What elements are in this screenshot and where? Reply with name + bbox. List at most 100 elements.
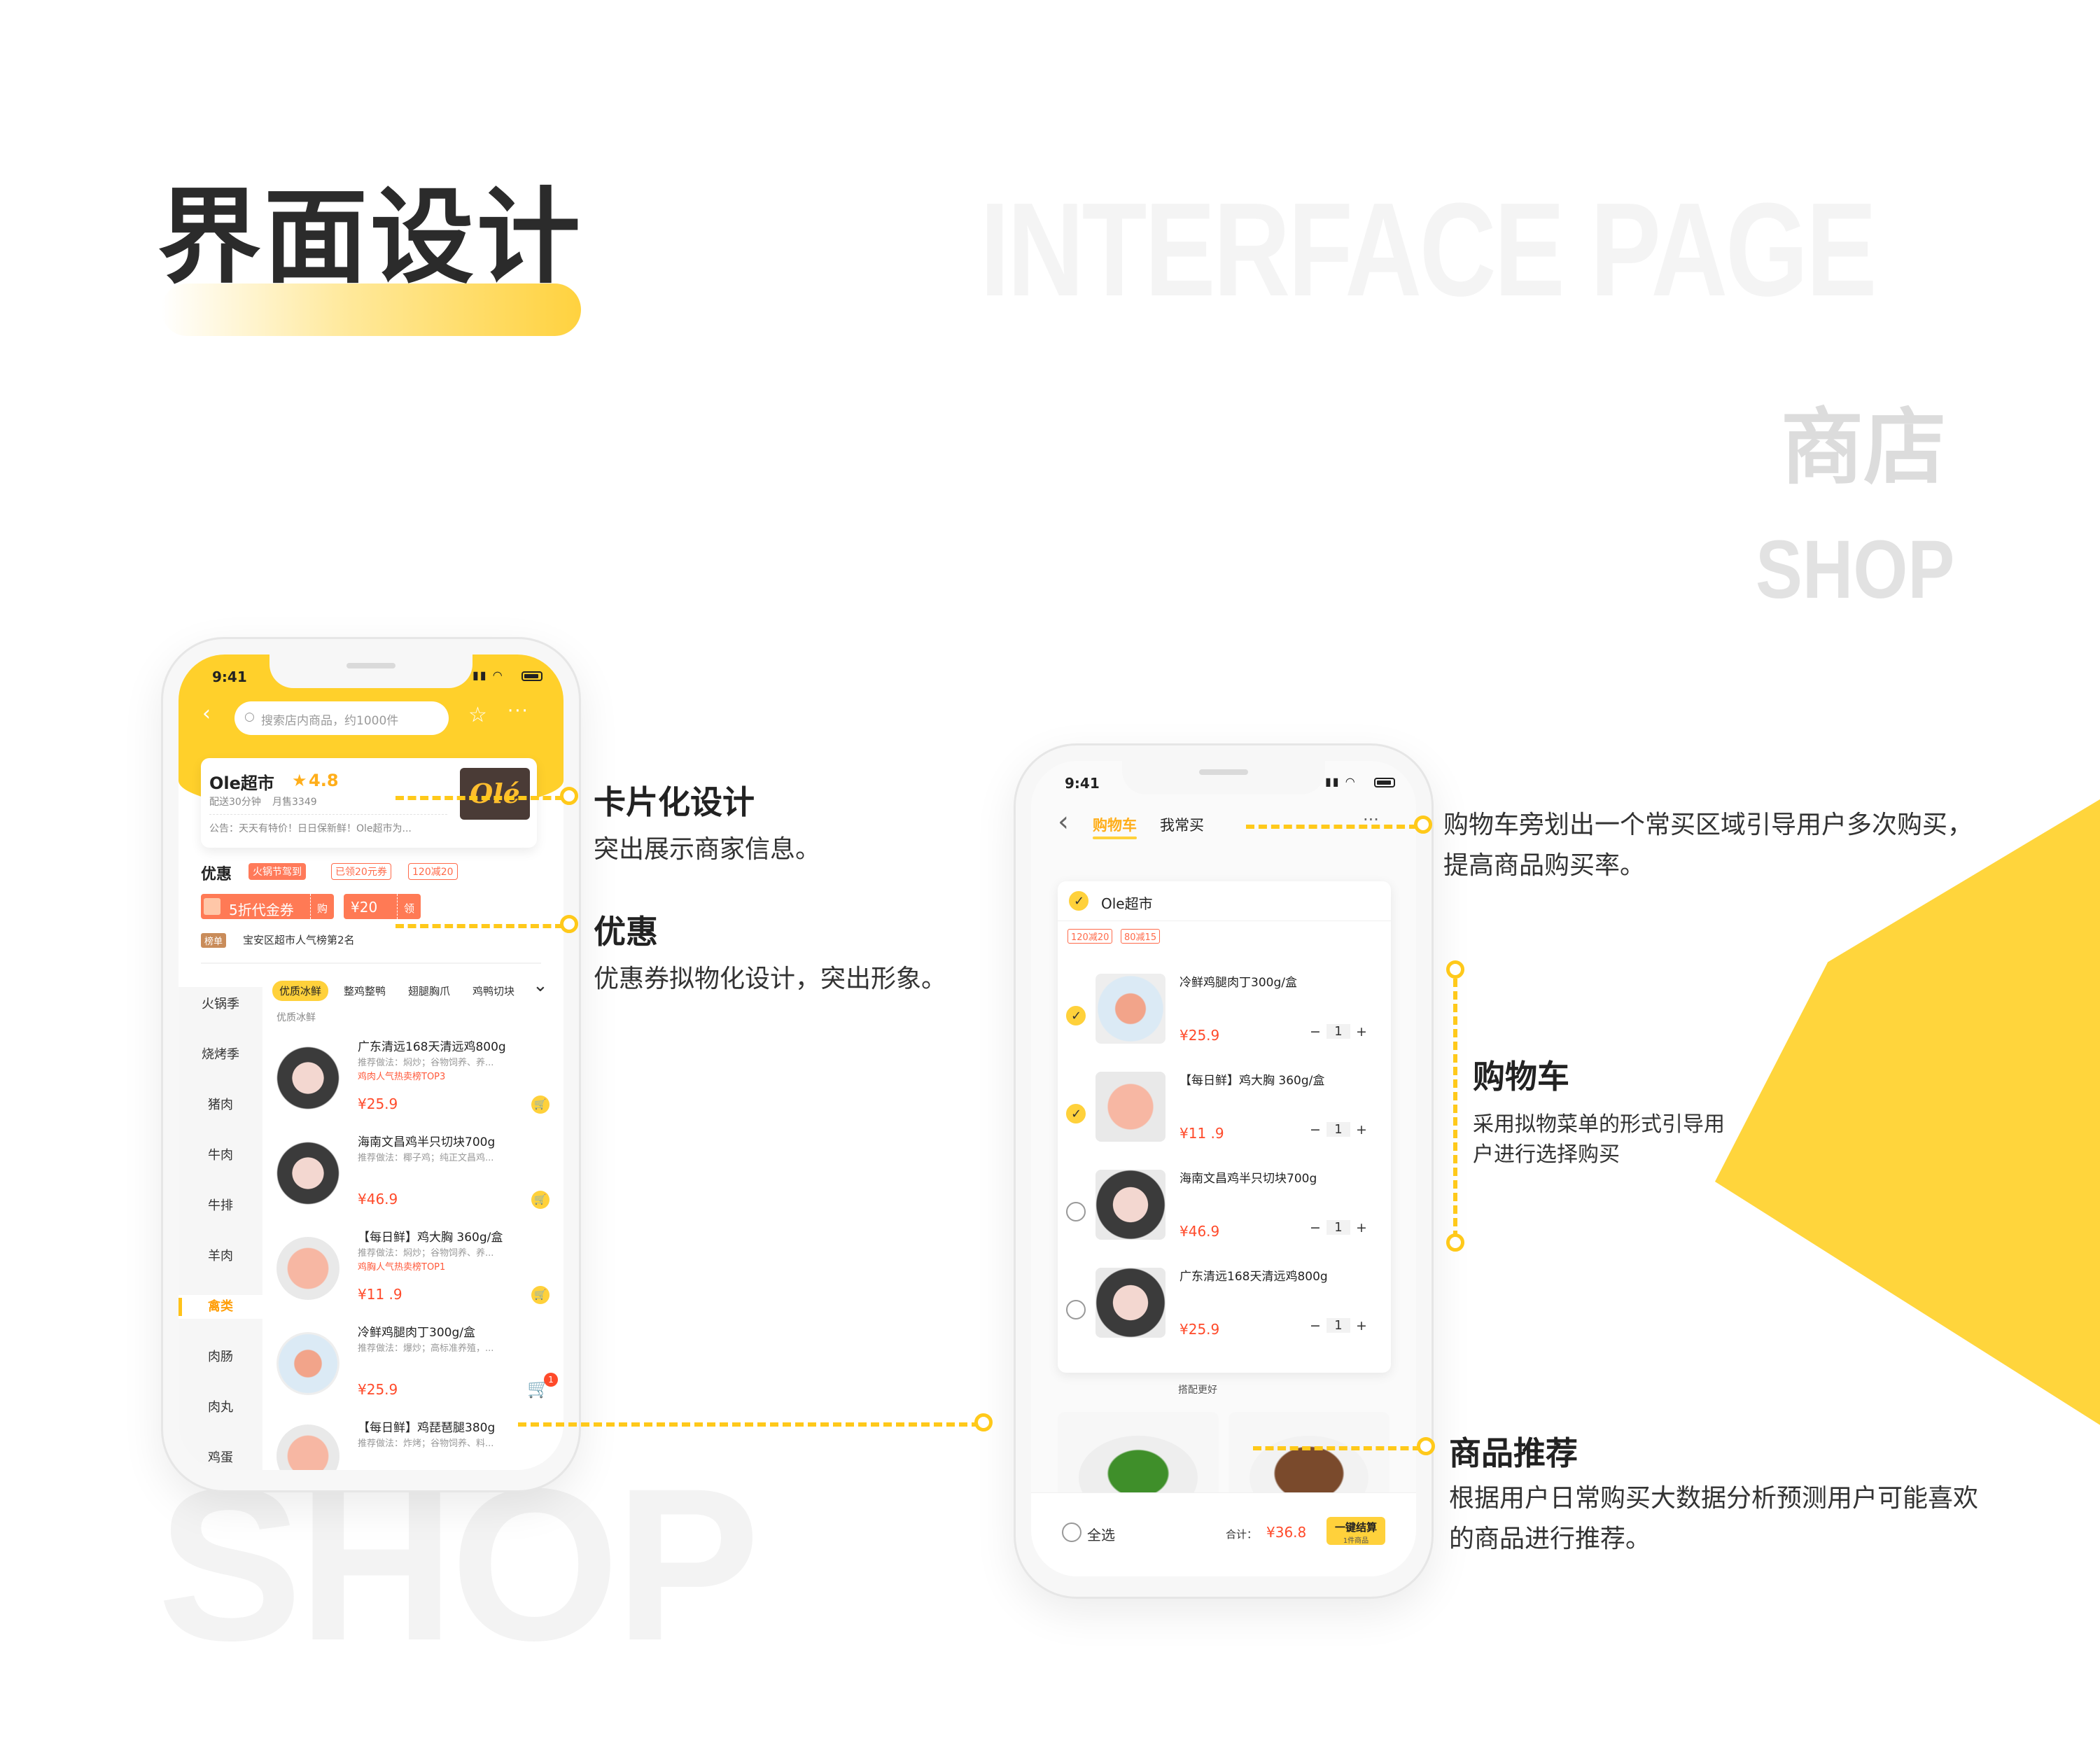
select-all-label[interactable]: 全选 [1087,1524,1115,1544]
cart-item: 【每日鲜】鸡大胸 360g/盒 ¥11 .9 − 1 + [1058,1063,1391,1161]
product-item[interactable]: 冷鲜鸡腿肉丁300g/盒 推荐做法：爆炒；高标准养殖，... ¥25.9 🛒 1 [267,1318,564,1409]
product-hot: 鸡肉人气热卖榜TOP3 [358,1072,446,1082]
tab-cart[interactable]: 购物车 [1093,814,1137,839]
connector-recommend [1253,1446,1421,1450]
anno-rec-line2: 的商品进行推荐。 [1449,1525,1651,1553]
promo-tag-hotpot: 火锅节驾到 [248,863,306,880]
phone-notch [1122,761,1325,794]
yellow-decor-shape [1715,770,2100,1456]
connector-dot [1446,1233,1464,1252]
coupon2-text: ¥20 [351,899,378,916]
connector-frequent [1246,825,1418,829]
sidebar-item-meatball[interactable]: 肉丸 [178,1396,262,1420]
qty-minus-icon[interactable]: − [1310,1024,1321,1040]
product-item[interactable]: 海南文昌鸡半只切块700g 推荐做法：椰子鸡；纯正文昌鸡... ¥46.9 🛒 [267,1128,564,1219]
connector-dot [560,787,578,805]
anno-card-title: 卡片化设计 [594,783,755,821]
chip-wings-legs[interactable]: 翅腿胸爪 [401,981,457,1001]
shop-logo: Olé [460,768,530,820]
battery-icon [1374,778,1395,788]
shop-screen: 9:41 ▮▮ ◠ ‹ ○ 搜索店内商品，约1000件 ☆ ··· Ole超市 … [178,654,564,1470]
back-icon[interactable]: ‹ [1058,806,1069,838]
anno-frequent-line1: 购物车旁划出一个常买区域引导用户多次购买， [1443,811,1973,839]
sidebar-item-hotpot[interactable]: 火锅季 [178,993,262,1016]
cart-store-card: Ole超市 120减20 80减15 冷鲜鸡腿肉丁300g/盒 ¥25.9 − … [1058,881,1391,1373]
qty-value[interactable]: 1 [1326,1318,1350,1333]
shop-info-card[interactable]: Ole超市 ★ 4.8 配送30分钟 月售3349 公告：天天有特价！日日保新鲜… [201,758,537,848]
anno-promo-title: 优惠 [594,913,658,951]
product-image [276,1424,340,1470]
rating-star-icon: ★ [292,771,307,790]
favorite-star-icon[interactable]: ☆ [468,705,487,726]
item-checkbox[interactable] [1066,1006,1086,1026]
sidebar-item-lamb[interactable]: 羊肉 [178,1245,262,1268]
product-name: 冷鲜鸡腿肉丁300g/盒 [358,1326,475,1340]
sidebar-item-pork[interactable]: 猪肉 [178,1093,262,1117]
section-title-en: SHOP [1756,524,1955,616]
product-item[interactable]: 【每日鲜】鸡大胸 360g/盒 推荐做法：焖炒；谷物饲养、养... 鸡胸人气热卖… [267,1223,564,1314]
search-input[interactable]: ○ 搜索店内商品，约1000件 [234,701,449,735]
chip-whole-chicken[interactable]: 整鸡整鸭 [337,981,393,1001]
anno-promo-desc: 优惠券拟物化设计，突出形象。 [594,965,947,993]
qty-plus-icon[interactable]: + [1356,1318,1367,1334]
product-item[interactable]: 广东清远168天清远鸡800g 推荐做法：焖炒；谷物饲养、养... 鸡肉人气热卖… [267,1032,564,1124]
coupon-half-price[interactable]: 5折代金券 购 [201,894,334,919]
chip-chicken-pieces[interactable]: 鸡鸭切块 [465,981,527,1001]
sidebar-item-sausage[interactable]: 肉肠 [178,1345,262,1369]
product-image [276,1332,340,1395]
qty-minus-icon[interactable]: − [1310,1318,1321,1334]
product-image [276,1142,340,1205]
sidebar-item-bbq[interactable]: 烧烤季 [178,1043,262,1067]
coupon2-action: 领 [404,902,415,915]
coupon1-action: 购 [317,902,328,915]
item-checkbox[interactable] [1066,1202,1086,1222]
coupon-20-yuan[interactable]: ¥20 领 [344,894,421,919]
connector-dot [974,1413,993,1432]
cart-item-image [1096,974,1166,1044]
sidebar-item-poultry[interactable]: 禽类 [178,1295,262,1319]
cart-item-name: 广东清远168天清远鸡800g [1180,1270,1328,1284]
rank-text[interactable]: 宝安区超市人气榜第2名 [243,932,355,947]
sidebar-item-beef[interactable]: 牛肉 [178,1144,262,1168]
cart-item-price: ¥25.9 [1180,1321,1220,1338]
chip-premium-fresh[interactable]: 优质冰鲜 [272,981,329,1001]
sidebar-item-steak[interactable]: 牛排 [178,1194,262,1218]
sidebar-item-egg[interactable]: 鸡蛋 [178,1446,262,1470]
connector-dot [560,915,578,933]
qty-minus-icon[interactable]: − [1310,1122,1321,1138]
card-divider [1058,920,1391,921]
qty-value[interactable]: 1 [1326,1122,1350,1137]
signal-wifi-icon: ▮▮ ◠ [1325,775,1357,788]
select-all-checkbox[interactable] [1062,1522,1082,1542]
cart-item-image [1096,1268,1166,1338]
qty-value[interactable]: 1 [1326,1220,1350,1235]
tab-frequent[interactable]: 我常买 [1160,814,1204,835]
qty-plus-icon[interactable]: + [1356,1220,1367,1236]
coupon1-text: 5折代金券 [229,902,294,918]
more-icon[interactable]: ··· [507,702,529,720]
product-desc: 推荐做法：焖炒；谷物饲养、养... [358,1248,494,1259]
qty-plus-icon[interactable]: + [1356,1024,1367,1040]
total-price: ¥36.8 [1266,1524,1307,1541]
cart-item-price: ¥46.9 [1180,1223,1220,1240]
cart-bottom-bar: 全选 合计： ¥36.8 一键结算 1件商品 [1031,1492,1416,1576]
cart-tag-80: 80减15 [1121,929,1161,944]
product-desc: 推荐做法：焖炒；谷物饲养、养... [358,1058,494,1068]
add-to-cart-icon[interactable]: 🛒 [531,1286,550,1304]
store-checkbox[interactable] [1069,891,1088,911]
back-icon[interactable]: ‹ [202,704,211,724]
shop-notice: 公告：天天有特价！日日保新鲜！Ole超市为... [209,823,412,834]
qty-minus-icon[interactable]: − [1310,1220,1321,1236]
phone-notch [270,654,472,688]
qty-plus-icon[interactable]: + [1356,1122,1367,1138]
promo-tag-claimed: 已领20元券 [331,863,391,880]
qty-value[interactable]: 1 [1326,1024,1350,1039]
checkout-button[interactable]: 一键结算 1件商品 [1326,1517,1385,1545]
item-checkbox[interactable] [1066,1104,1086,1124]
add-to-cart-icon[interactable]: 🛒 [531,1191,550,1209]
chevron-down-icon[interactable]: ⌄ [533,975,548,996]
connector-cart [1453,979,1457,1239]
item-checkbox[interactable] [1066,1300,1086,1320]
add-to-cart-icon[interactable]: 🛒 [531,1096,550,1114]
card-divider [209,814,447,815]
